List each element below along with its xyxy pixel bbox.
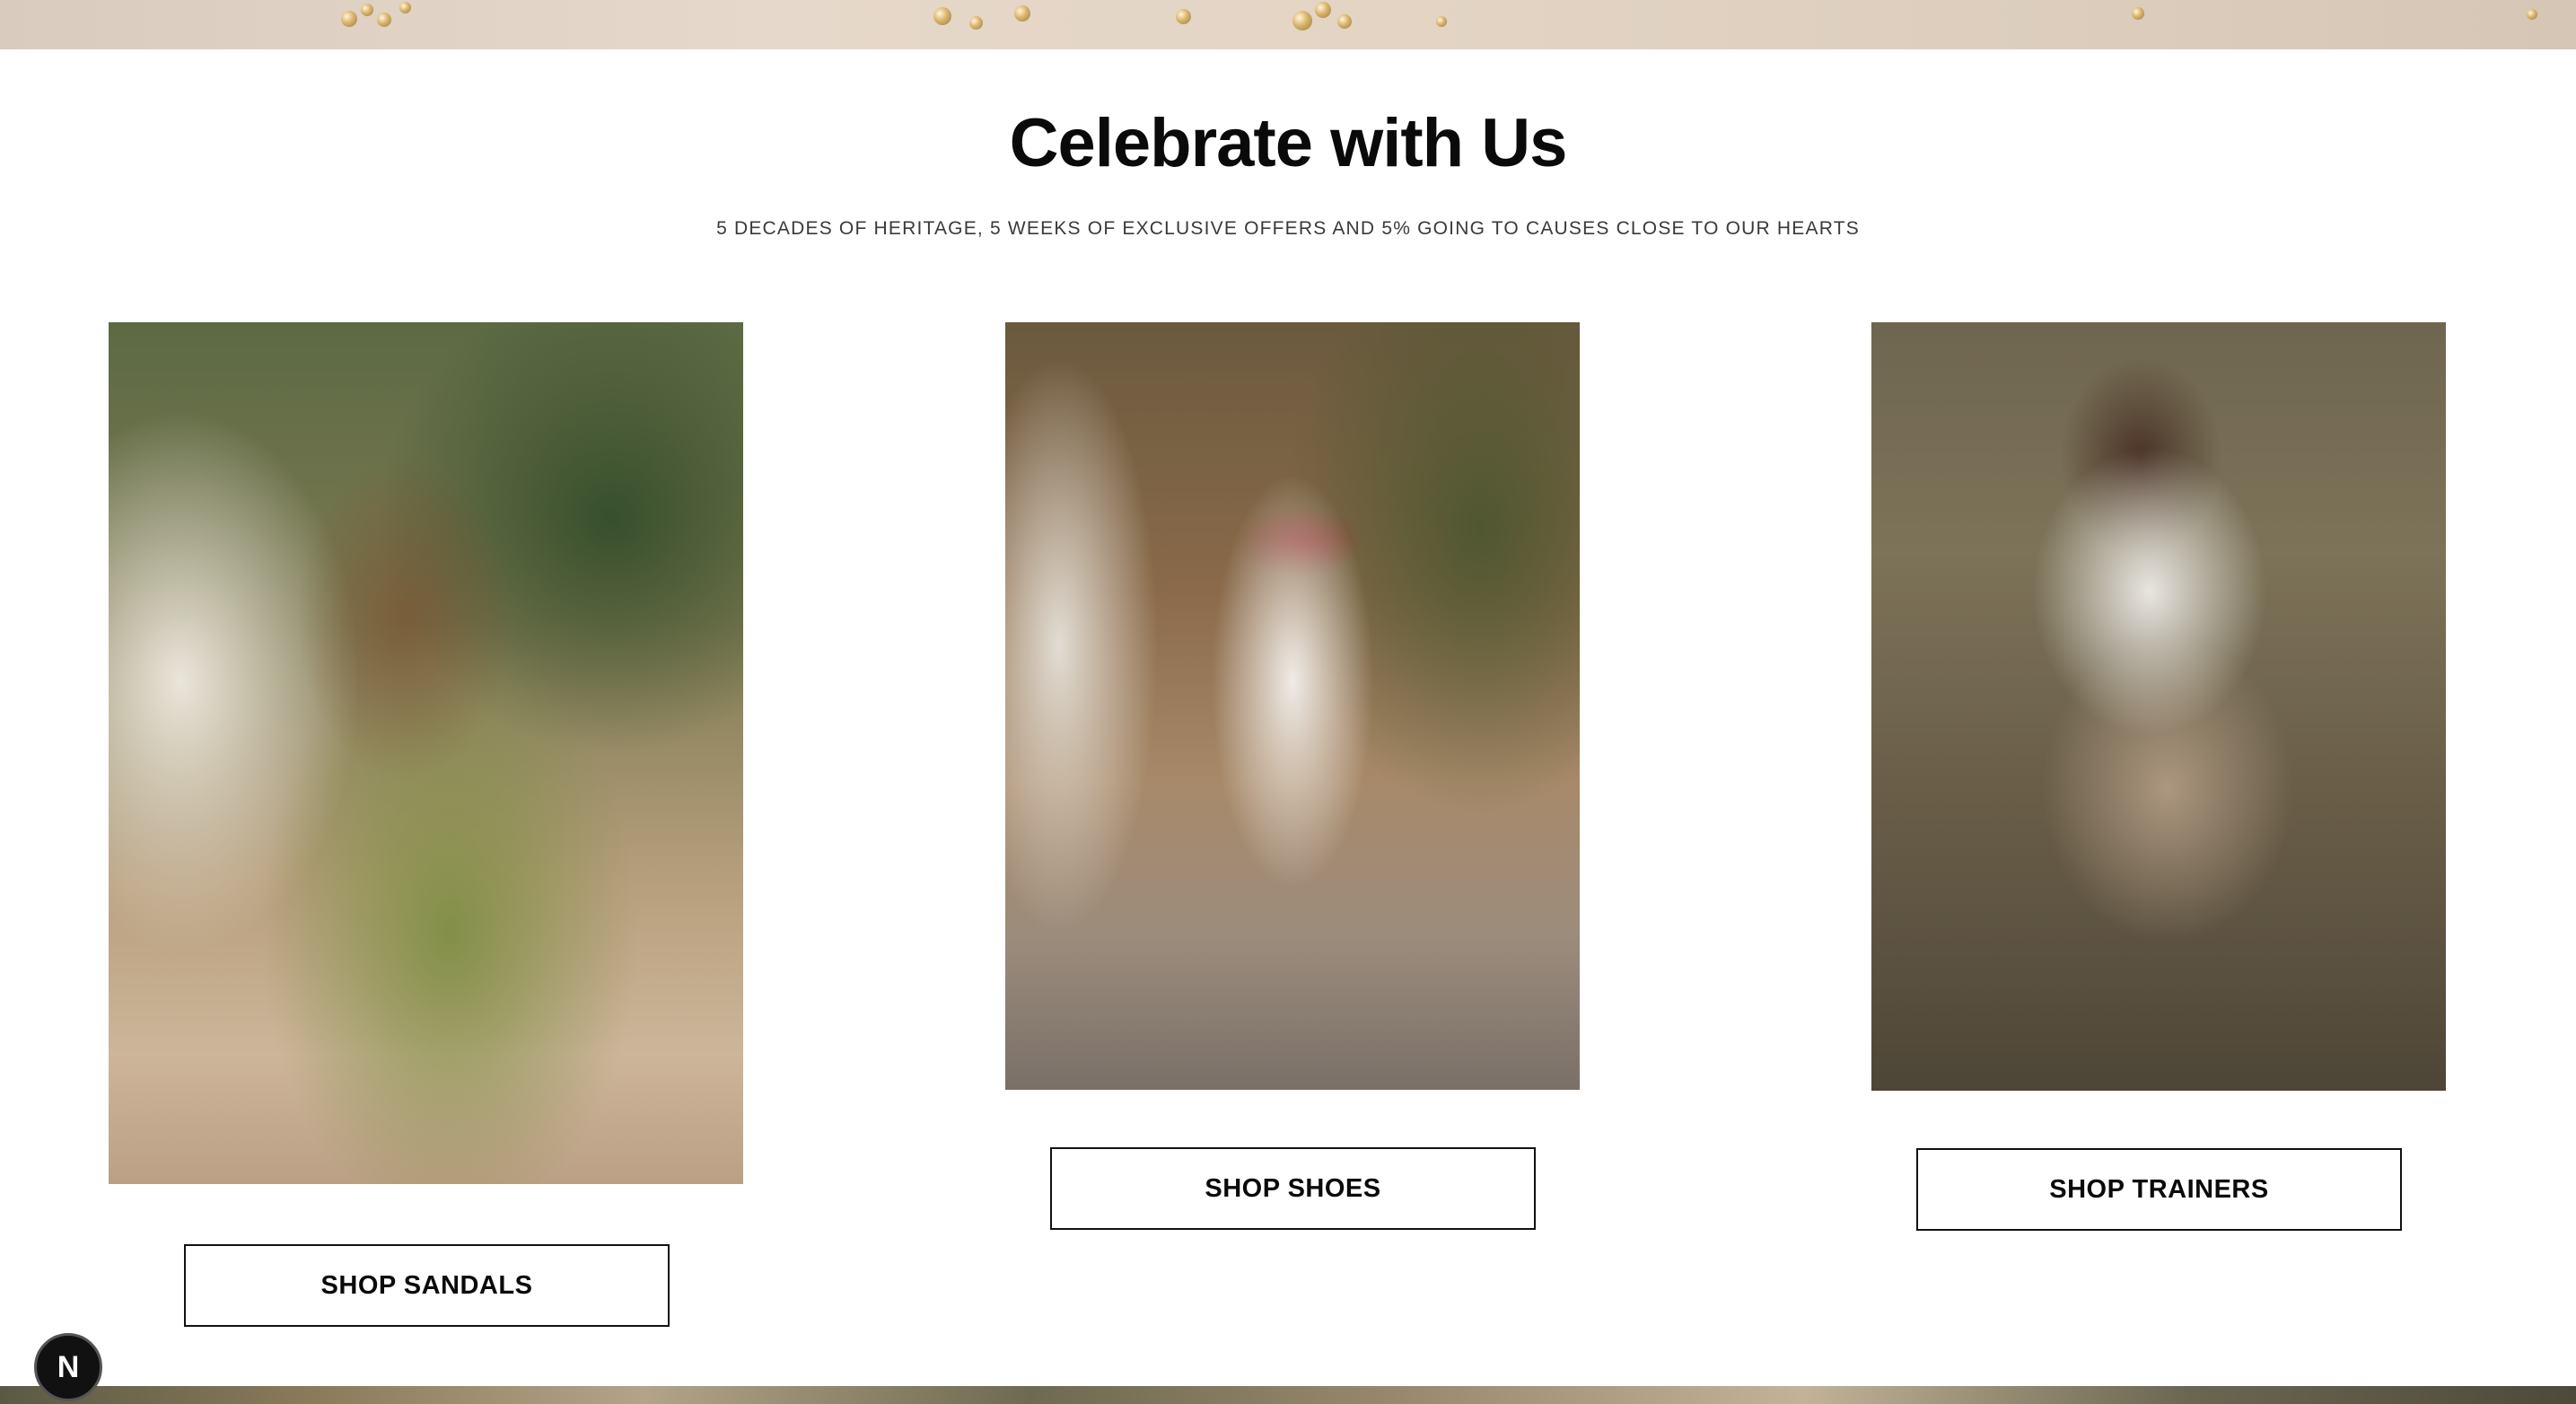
gold-bead-decoration [933,7,951,25]
gold-bead-decoration [2132,7,2144,20]
gold-bead-decoration [1337,14,1352,29]
trainers-product-image[interactable] [1871,322,2446,1091]
gold-bead-decoration [1315,2,1331,18]
gold-bead-decoration [361,4,373,16]
bottom-banner-image[interactable] [0,1386,2576,1404]
page: Celebrate with Us 5 DECADES OF HERITAGE,… [0,0,2576,1404]
sandals-product-image[interactable] [109,322,743,1184]
shop-shoes-button[interactable]: SHOP SHOES [1050,1147,1536,1230]
gold-bead-decoration [341,11,357,27]
gold-bead-decoration [1014,5,1030,22]
top-banner-image[interactable] [0,0,2576,49]
shop-sandals-button[interactable]: SHOP SANDALS [184,1244,670,1327]
gold-bead-decoration [1176,9,1191,24]
gold-bead-decoration [2527,9,2537,20]
section-title: Celebrate with Us [1009,105,1568,181]
shop-trainers-button[interactable]: SHOP TRAINERS [1916,1148,2402,1231]
gold-bead-decoration [969,16,983,30]
gold-bead-decoration [377,13,391,27]
gold-bead-decoration [1436,16,1447,27]
shoes-product-image[interactable] [1005,322,1580,1090]
badge-letter: N [57,1349,80,1384]
gold-bead-decoration [1292,11,1312,31]
n-logo-icon[interactable]: N [34,1333,102,1401]
gold-bead-decoration [399,2,411,13]
section-subtitle: 5 DECADES OF HERITAGE, 5 WEEKS OF EXCLUS… [716,218,1860,239]
